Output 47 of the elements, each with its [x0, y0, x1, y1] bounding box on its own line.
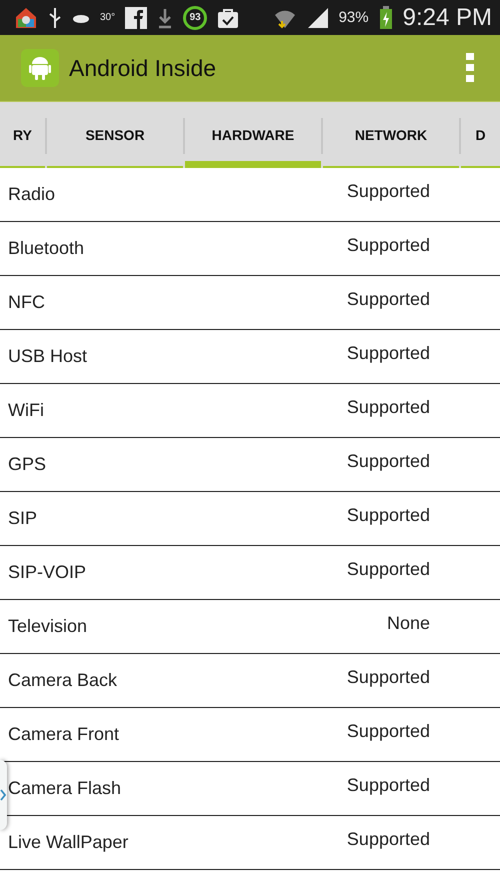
- battery-ring: 93: [183, 6, 208, 30]
- feature-name: Bluetooth: [8, 238, 84, 259]
- tab[interactable]: NETWORK: [323, 102, 459, 168]
- feature-name: Camera Flash: [8, 778, 122, 799]
- facebook-icon: [125, 6, 148, 28]
- signal-icon: [306, 6, 329, 28]
- support-status: Supported: [346, 181, 430, 202]
- feature-name: USB Host: [8, 346, 88, 367]
- battery-charging-icon: [378, 6, 393, 30]
- support-status: Supported: [346, 397, 430, 418]
- support-status: Supported: [346, 559, 430, 580]
- usb-icon: [48, 6, 62, 30]
- support-status: Supported: [346, 721, 430, 742]
- cloud-icon: [72, 12, 90, 22]
- feature-name: Radio: [8, 184, 56, 205]
- side-drawer-handle[interactable]: [0, 760, 7, 830]
- overflow-menu-icon[interactable]: [466, 53, 474, 83]
- download-icon: [157, 6, 174, 28]
- tab[interactable]: RY: [0, 102, 45, 168]
- support-status: Supported: [346, 775, 430, 796]
- home-icon: [14, 6, 38, 30]
- support-status: Supported: [346, 343, 430, 364]
- weather-temperature: 30°: [100, 12, 116, 23]
- battery-percentage: 93%: [338, 9, 369, 26]
- app-logo: [21, 49, 59, 87]
- tab[interactable]: D: [461, 102, 500, 168]
- feature-name: NFC: [8, 292, 45, 313]
- feature-name: Camera Back: [8, 670, 118, 691]
- support-status: Supported: [346, 829, 430, 850]
- feature-name: SIP-VOIP: [8, 562, 86, 583]
- support-status: Supported: [346, 235, 430, 256]
- shopping-bag-icon: [217, 6, 240, 28]
- support-status: Supported: [346, 667, 430, 688]
- feature-name: WiFi: [8, 400, 44, 421]
- feature-name: GPS: [8, 454, 46, 475]
- feature-name: Camera Front: [8, 724, 120, 745]
- support-status: Supported: [346, 289, 430, 310]
- support-status: Supported: [346, 451, 430, 472]
- support-status: None: [386, 613, 430, 634]
- tab[interactable]: SENSOR: [47, 102, 183, 168]
- app-title: Android Inside: [69, 54, 218, 82]
- feature-name: Live WallPaper: [8, 832, 128, 853]
- support-status: Supported: [346, 505, 430, 526]
- feature-name: Television: [8, 616, 88, 637]
- feature-name: SIP: [8, 508, 38, 529]
- clock-time: 9:24 PM: [402, 4, 492, 32]
- tab[interactable]: HARDWARE: [185, 102, 321, 168]
